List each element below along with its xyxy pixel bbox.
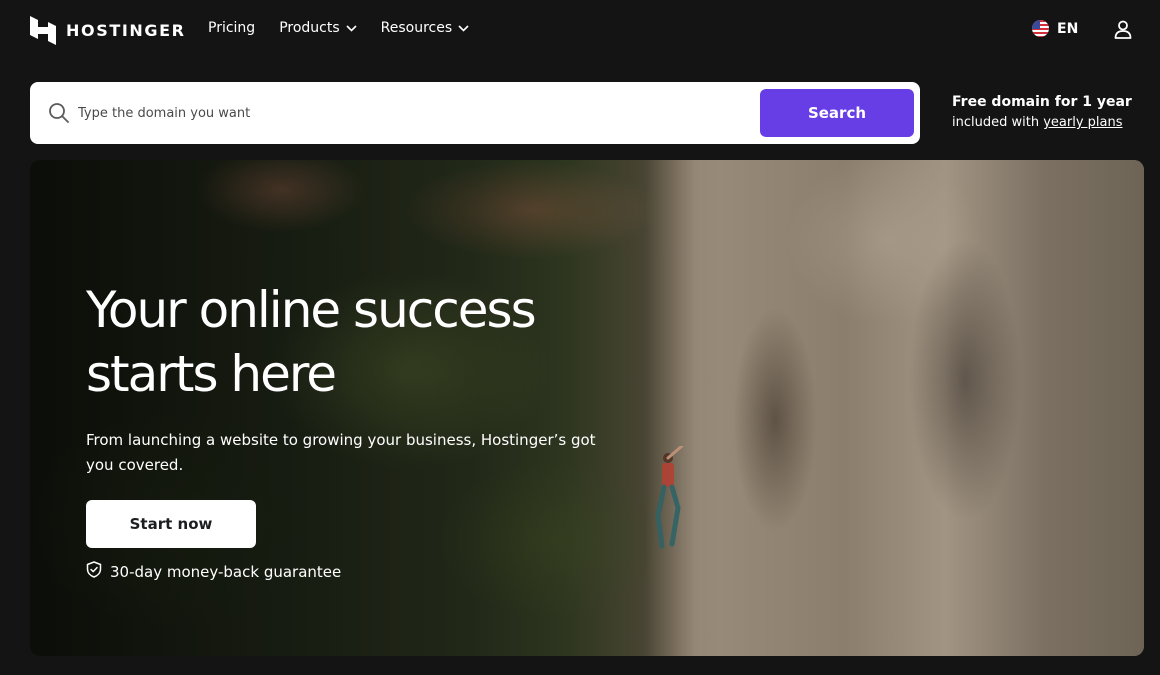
search-icon (48, 102, 70, 128)
user-icon[interactable] (1114, 20, 1132, 43)
yearly-plans-link[interactable]: yearly plans (1043, 115, 1122, 130)
shield-check-icon (86, 561, 102, 582)
chevron-down-icon (458, 24, 469, 32)
top-navigation: HOSTINGER Pricing Products Resources EN (0, 0, 1160, 62)
nav-label: Pricing (208, 20, 256, 36)
promo-title: Free domain for 1 year (952, 94, 1132, 110)
language-label: EN (1057, 20, 1079, 37)
promo-subtitle: included with yearly plans (952, 112, 1152, 134)
language-selector[interactable]: EN (1032, 20, 1078, 37)
hero-title-line-1: Your online success (86, 281, 537, 339)
hero-title: Your online success starts here (86, 278, 646, 406)
nav-item-pricing[interactable]: Pricing (208, 20, 255, 36)
logo-text: HOSTINGER (66, 21, 186, 40)
hostinger-logo[interactable]: HOSTINGER (30, 16, 186, 45)
free-domain-promo: Free domain for 1 year included with yea… (952, 93, 1152, 134)
domain-search-bar: Search (30, 82, 920, 144)
us-flag-icon (1032, 20, 1049, 37)
domain-search-input[interactable] (78, 96, 778, 130)
chevron-down-icon (346, 24, 357, 32)
nav-label: Products (279, 20, 340, 36)
start-now-button[interactable]: Start now (86, 500, 256, 548)
nav-item-products[interactable]: Products (279, 20, 357, 36)
guarantee-text: 30-day money-back guarantee (110, 562, 342, 581)
search-button[interactable]: Search (760, 89, 914, 137)
main-nav: Pricing Products Resources (208, 20, 469, 36)
hero-subtitle: From launching a website to growing your… (86, 431, 596, 474)
money-back-guarantee: 30-day money-back guarantee (86, 561, 341, 582)
hostinger-logo-icon (30, 16, 56, 45)
hero-banner: Your online success starts here From lau… (30, 160, 1144, 656)
nav-item-resources[interactable]: Resources (381, 20, 470, 36)
hero-title-line-2: starts here (86, 345, 337, 403)
promo-sub-prefix: included with (952, 115, 1040, 130)
nav-label: Resources (380, 20, 453, 36)
